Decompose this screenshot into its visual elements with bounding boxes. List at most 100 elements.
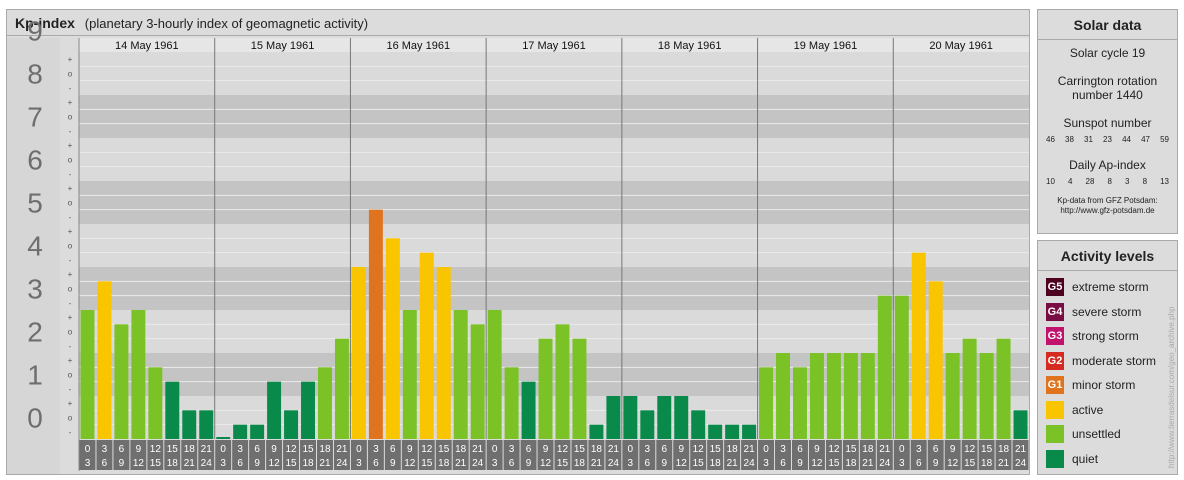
interval-end-label: 6	[780, 458, 786, 469]
y-minor-tick: +	[68, 356, 73, 365]
kp-bar	[419, 252, 434, 439]
activity-levels-panel: Activity levels G5 extreme storm G4 severe …	[1037, 240, 1178, 475]
legend-swatch	[1046, 400, 1064, 419]
legend-item-moderate-storm: G2 moderate storm	[1038, 349, 1177, 374]
y-tick-label: 5	[27, 188, 43, 219]
legend-swatch: G5	[1046, 278, 1064, 297]
ap-value: 10	[1046, 177, 1055, 186]
interval-start-label: 3	[373, 444, 379, 455]
interval-start-label: 21	[608, 444, 620, 455]
interval-start-label: 3	[916, 444, 922, 455]
interval-end-label: 24	[472, 458, 484, 469]
activity-legend: G5 extreme storm G4 severe storm G3 strong st…	[1038, 271, 1177, 471]
interval-start-label: 15	[574, 444, 586, 455]
interval-start-label: 12	[285, 444, 297, 455]
kp-bar	[640, 410, 655, 439]
legend-swatch: G3	[1046, 327, 1064, 346]
kp-bar	[470, 324, 485, 439]
interval-start-label: 15	[710, 444, 722, 455]
y-minor-tick: +	[68, 313, 73, 322]
kp-bar	[318, 367, 332, 439]
interval-end-label: 9	[390, 458, 396, 469]
interval-start-label: 0	[628, 444, 634, 455]
legend-item-strong-storm: G3 strong storm	[1038, 324, 1177, 349]
kp-bar	[691, 410, 706, 439]
ap-value: 4	[1067, 177, 1073, 186]
legend-label: severe storm	[1072, 304, 1142, 319]
kp-bar	[962, 338, 977, 439]
interval-start-label: 0	[220, 444, 226, 455]
interval-end-label: 18	[302, 458, 314, 469]
interval-end-label: 21	[184, 458, 196, 469]
interval-end-label: 12	[947, 458, 959, 469]
interval-start-label: 15	[167, 444, 179, 455]
activity-levels-title: Activity levels	[1038, 241, 1177, 271]
kp-band	[79, 181, 1029, 224]
interval-end-label: 3	[356, 458, 362, 469]
y-minor-tick: o	[68, 156, 73, 165]
y-minor-tick: o	[68, 414, 73, 423]
legend-label: quiet	[1072, 451, 1099, 466]
y-minor-tick: +	[68, 141, 73, 150]
interval-end-label: 9	[661, 458, 667, 469]
interval-start-label: 18	[455, 444, 467, 455]
interval-start-label: 12	[150, 444, 162, 455]
y-minor-tick: o	[68, 328, 73, 337]
interval-end-label: 15	[693, 458, 705, 469]
interval-start-label: 3	[102, 444, 108, 455]
legend-label: active	[1072, 402, 1104, 417]
kp-bar	[521, 381, 536, 439]
interval-start-label: 9	[136, 444, 142, 455]
interval-end-label: 3	[899, 458, 905, 469]
legend-item-active: active	[1038, 398, 1177, 423]
y-minor-tick: -	[69, 84, 72, 93]
interval-end-label: 21	[727, 458, 739, 469]
kp-chart-panel: Kp-index (planetary 3-hourly index of ge…	[6, 9, 1030, 475]
kp-bar	[759, 367, 774, 439]
legend-label: strong storm	[1072, 329, 1139, 344]
day-label: 16 May 1961	[386, 40, 450, 52]
interval-end-label: 3	[220, 458, 226, 469]
sunspot-number: 23	[1103, 135, 1112, 144]
kp-bar	[80, 310, 95, 439]
day-label: 14 May 1961	[115, 40, 179, 52]
kp-bar	[793, 367, 807, 439]
interval-end-label: 24	[1015, 458, 1027, 469]
interval-end-label: 15	[150, 458, 162, 469]
interval-end-label: 24	[336, 458, 348, 469]
interval-end-label: 12	[133, 458, 145, 469]
kp-band	[79, 224, 1029, 267]
interval-end-label: 15	[557, 458, 569, 469]
y-minor-tick: -	[69, 170, 72, 179]
kp-bar	[572, 338, 587, 439]
legend-label: extreme storm	[1072, 280, 1149, 295]
interval-end-label: 6	[509, 458, 515, 469]
kp-bar	[979, 353, 994, 439]
ap-value: 8	[1107, 177, 1112, 186]
interval-start-label: 9	[543, 444, 549, 455]
sunspot-number: 44	[1122, 135, 1131, 144]
y-tick-label: 3	[27, 274, 43, 305]
interval-end-label: 9	[119, 458, 125, 469]
y-tick-label: 9	[27, 16, 43, 47]
kp-bar	[402, 310, 417, 439]
kp-bar	[385, 238, 400, 439]
y-minor-tick: +	[68, 98, 73, 107]
kp-bar	[945, 353, 960, 439]
interval-start-label: 18	[319, 444, 331, 455]
interval-start-label: 6	[661, 444, 667, 455]
kp-bar	[877, 295, 892, 439]
carrington-line-1: Carrington rotation	[1057, 74, 1158, 88]
interval-end-label: 3	[628, 458, 634, 469]
interval-end-label: 12	[404, 458, 416, 469]
kp-bar	[114, 324, 129, 439]
interval-end-label: 18	[710, 458, 722, 469]
interval-end-label: 24	[744, 458, 756, 469]
legend-swatch: G1	[1046, 376, 1064, 395]
kp-bar	[809, 353, 824, 439]
legend-swatch: G2	[1046, 351, 1064, 370]
legend-item-quiet: quiet	[1038, 447, 1177, 472]
kp-bar	[504, 367, 519, 439]
sunspot-numbers: 46 38 31 23 44 47 59	[1038, 135, 1177, 144]
interval-start-label: 0	[899, 444, 905, 455]
